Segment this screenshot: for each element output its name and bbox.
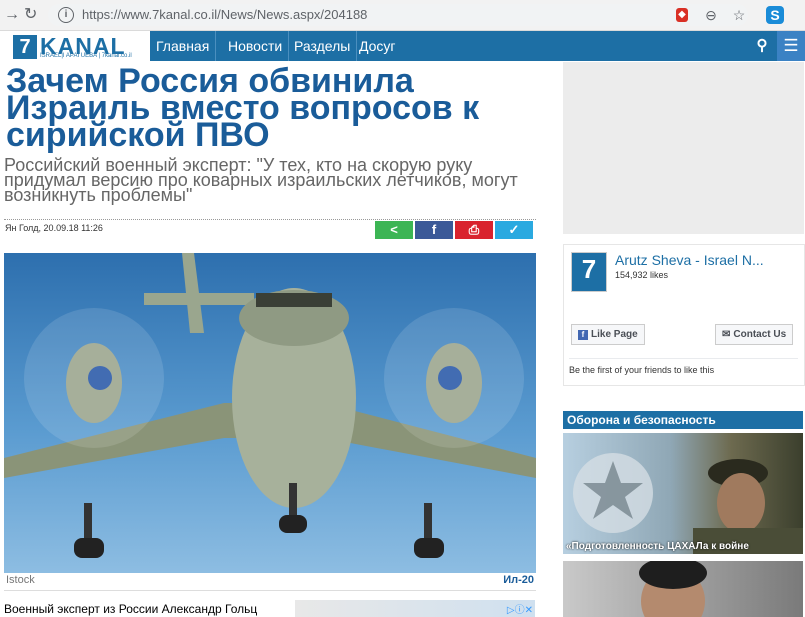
browser-toolbar: → ↻ i https://www.7kanal.co.il/News/News… (0, 0, 805, 31)
fb-page-name[interactable]: Arutz Sheva - Israel N... (615, 252, 800, 268)
reload-icon[interactable]: ↻ (24, 5, 37, 25)
article-headline: Зачем Россия обвинила Израиль вместо воп… (6, 62, 480, 154)
twitter-share-icon[interactable]: ✓ (495, 221, 533, 239)
ad-choices-icon[interactable]: ▷ⓘ✕ (507, 601, 533, 616)
arrow-right-icon[interactable]: → (4, 5, 20, 25)
sidebar-ad (563, 62, 804, 234)
nav-item-sections[interactable]: Разделы (288, 31, 358, 61)
article-subtitle: Российский военный эксперт: "У тех, кто … (4, 155, 518, 205)
photo-caption: Ил-20 (503, 574, 534, 586)
story-thumbnail-2[interactable] (563, 561, 803, 617)
contact-us-button[interactable]: ✉ Contact Us (715, 324, 794, 345)
url-text[interactable]: https://www.7kanal.co.il/News/News.aspx/… (82, 7, 367, 22)
facebook-widget: 7 Arutz Sheva - Israel N... 154,932 like… (563, 244, 805, 386)
facebook-share-icon[interactable]: f (415, 221, 453, 239)
story-caption[interactable]: «Подготовленность ЦАХАЛа к войне (566, 541, 749, 552)
info-icon[interactable]: i (58, 7, 74, 23)
section-title[interactable]: Оборона и безопасность (563, 411, 803, 429)
logo-tagline: ISRAEL|I APAI UEBA | 7kanal.co.il (40, 53, 132, 59)
idf-emblem-illustration (573, 453, 803, 554)
zoom-icon[interactable]: ⊖ (702, 6, 720, 24)
story-thumbnail[interactable]: «Подготовленность ЦАХАЛа к войне (563, 433, 803, 554)
share-icon[interactable]: < (375, 221, 413, 239)
fb-friends-text: Be the first of your friends to like thi… (569, 358, 798, 381)
photo-credit: Istock Ил-20 (4, 574, 536, 591)
site-logo[interactable]: 7 KANAL ISRAEL|I APAI UEBA | 7kanal.co.i… (13, 33, 141, 59)
print-icon[interactable]: ⎙ (455, 221, 493, 239)
search-icon[interactable]: ⚲ (749, 31, 775, 61)
bookmark-star-icon[interactable]: ☆ (730, 6, 748, 24)
page-logo[interactable]: 7 (571, 252, 607, 292)
envelope-icon: ✉ (722, 329, 731, 340)
extension-shield-icon[interactable]: ◆ (676, 8, 688, 22)
article-body-text: Военный эксперт из России Александр Голь… (4, 602, 258, 616)
article-byline: Ян Голд, 20.09.18 11:26 (5, 223, 103, 233)
facebook-icon: f (578, 330, 588, 340)
skype-extension-icon[interactable]: S (766, 6, 784, 24)
nav-item-home[interactable]: Главная (150, 31, 217, 61)
fb-likes: 154,932 likes (615, 270, 669, 280)
airplane-illustration (4, 253, 536, 558)
portrait-illustration (639, 561, 707, 617)
nav-item-news[interactable]: Новости (222, 31, 290, 61)
article-photo (4, 253, 536, 573)
nav-item-leisure[interactable]: Досуг (353, 31, 402, 61)
like-page-button[interactable]: f Like Page (571, 324, 645, 345)
main-nav: Главная Новости Разделы Досуг ⚲ ☰ (150, 31, 805, 61)
photo-source: Istock (6, 574, 35, 586)
inline-ad[interactable]: ▷ⓘ✕ (295, 600, 535, 617)
hamburger-menu-icon[interactable]: ☰ (777, 31, 805, 61)
address-bar[interactable]: i https://www.7kanal.co.il/News/News.asp… (48, 4, 748, 26)
logo-mark: 7 (13, 35, 37, 59)
